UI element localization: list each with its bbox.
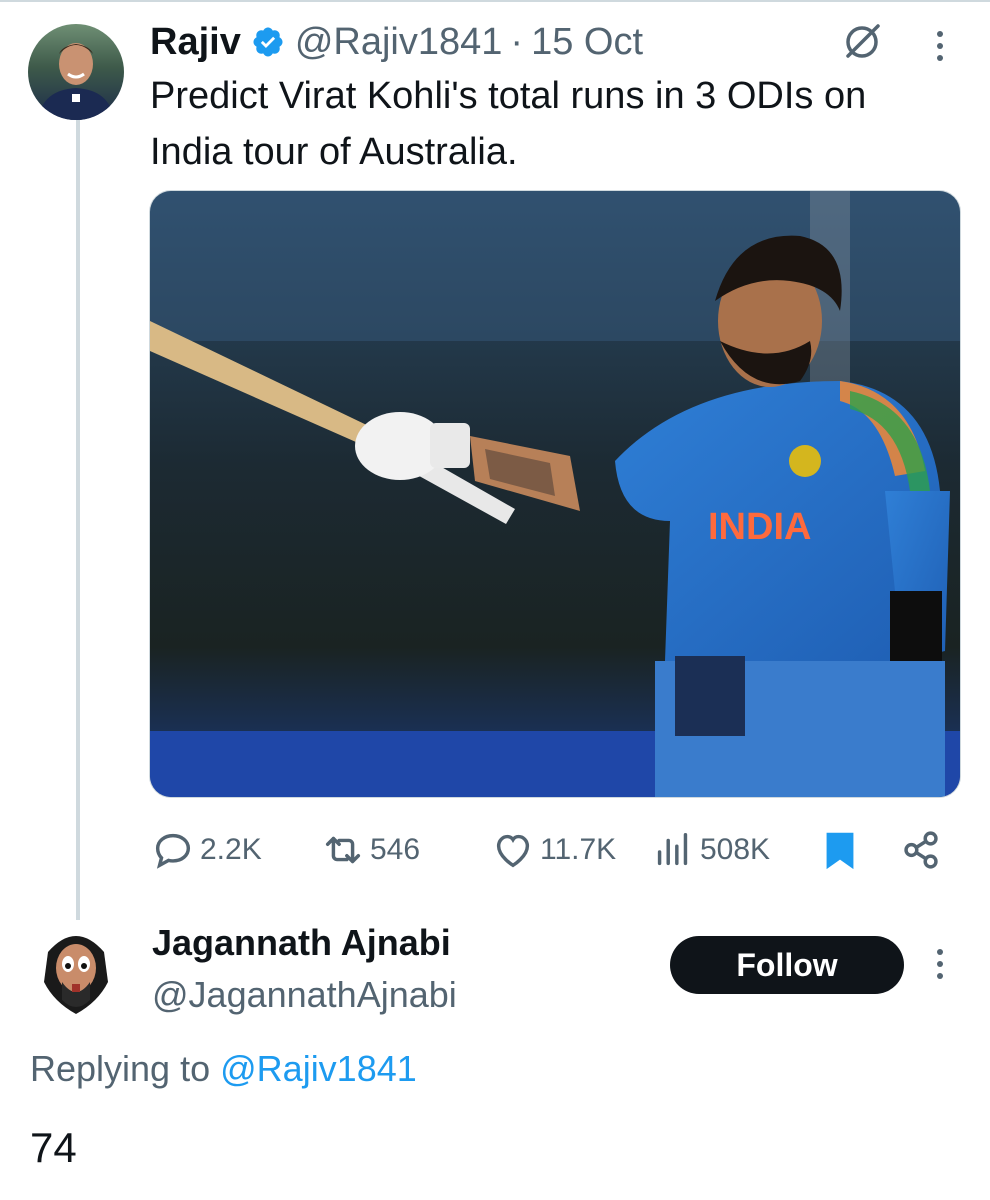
replying-to-line: Replying to @Rajiv1841 <box>30 1048 417 1090</box>
cricketer-photo: INDIA <box>150 191 960 797</box>
author-handle[interactable]: @Rajiv1841 <box>295 21 503 64</box>
reply-author-avatar[interactable] <box>28 922 124 1018</box>
avatar-portrait <box>38 43 114 120</box>
replying-to-mention[interactable]: @Rajiv1841 <box>220 1048 417 1089</box>
avatar-caricature <box>44 936 108 1014</box>
top-divider <box>0 0 990 2</box>
share-icon <box>904 831 938 869</box>
separator-dot: · <box>510 20 524 63</box>
tweet-text: Predict Virat Kohli's total runs in 3 OD… <box>150 75 867 173</box>
retweet-count: 546 <box>370 833 421 866</box>
bookmark-button[interactable] <box>820 820 864 880</box>
reply-author-handle[interactable]: @JagannathAjnabi <box>152 974 457 1016</box>
thread-connector-line <box>76 120 80 920</box>
grok-icon[interactable] <box>840 20 884 64</box>
more-icon[interactable] <box>930 944 950 984</box>
like-icon <box>496 834 530 868</box>
like-count: 11.7K <box>540 833 617 866</box>
jersey-text: INDIA <box>708 506 811 548</box>
tweet-action-bar: 2.2K 546 11.7K 508K <box>150 820 950 880</box>
views-icon <box>657 832 688 866</box>
bookmark-icon <box>826 832 854 870</box>
reply-count: 2.2K <box>200 833 262 866</box>
views-button[interactable]: 508K <box>650 820 770 880</box>
reply-text: 74 <box>30 1124 77 1171</box>
share-button[interactable] <box>898 820 948 880</box>
follow-button[interactable]: Follow <box>670 936 904 994</box>
reply-icon <box>155 833 191 869</box>
more-icon[interactable] <box>930 26 950 66</box>
replying-prefix: Replying to <box>30 1048 211 1089</box>
tweet-header: Rajiv @Rajiv1841 · 15 Oct <box>150 18 950 66</box>
tweet-media-image[interactable]: INDIA <box>149 190 961 798</box>
reply-button[interactable]: 2.2K <box>150 820 262 880</box>
views-count: 508K <box>700 833 771 866</box>
retweet-icon <box>325 836 361 864</box>
like-button[interactable]: 11.7K <box>490 820 616 880</box>
verified-badge-icon <box>251 25 285 59</box>
tweet-date[interactable]: 15 Oct <box>531 21 643 64</box>
author-avatar[interactable] <box>28 24 124 120</box>
retweet-button[interactable]: 546 <box>320 820 420 880</box>
author-display-name[interactable]: Rajiv <box>150 21 241 64</box>
reply-author-display-name[interactable]: Jagannath Ajnabi <box>152 922 451 964</box>
